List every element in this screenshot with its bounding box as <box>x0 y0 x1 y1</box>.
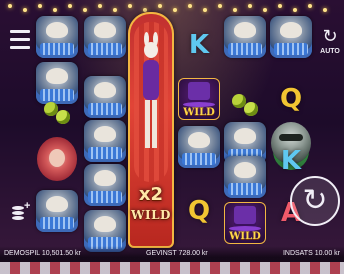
wild-reel-label: WILD <box>131 208 171 222</box>
symbol-lion <box>34 136 80 182</box>
reel-4: K WILD Q <box>176 12 222 248</box>
marquee-bulb <box>323 8 327 12</box>
bet-text: INDSATS 10.00 kr <box>282 250 340 257</box>
reel-grid: x2 WILD K WILD Q WILD Q K A <box>34 12 316 252</box>
expanded-wild-reel: x2 WILD <box>128 12 174 248</box>
bet-coins-icon[interactable]: + <box>10 200 32 222</box>
marquee-bulb <box>98 4 102 8</box>
symbol-monkey <box>82 74 128 120</box>
marquee-bulb <box>158 4 162 8</box>
spin-button[interactable]: ↻ <box>290 176 340 226</box>
marquee-bulb <box>308 4 312 8</box>
balance-text: DEMOSPIL 10,501.50 kr <box>4 250 81 257</box>
spin-icon: ↻ <box>302 183 328 218</box>
marquee-bulb <box>68 4 72 8</box>
symbol-monkey <box>268 14 314 60</box>
symbol-hat-wild: WILD <box>222 200 268 246</box>
reel-2 <box>82 12 128 252</box>
symbol-monkey <box>82 14 128 60</box>
symbol-monkey <box>82 118 128 164</box>
wild-label: WILD <box>229 231 261 242</box>
menu-icon[interactable] <box>10 30 30 52</box>
marquee-bulb <box>23 8 27 12</box>
symbol-k: K <box>188 30 210 60</box>
marquee-bulb <box>128 4 132 8</box>
reel-1 <box>34 12 80 248</box>
autoplay-button[interactable]: ↻ AUTO <box>318 28 342 64</box>
marquee-bulb <box>278 4 282 8</box>
marquee-bulb <box>188 4 192 8</box>
marquee-bulb <box>38 4 42 8</box>
symbol-monkey <box>222 154 268 200</box>
reel-5: WILD <box>222 12 268 248</box>
symbol-monkey <box>82 162 128 208</box>
symbol-monkey <box>176 124 222 170</box>
wild-multiplier: x2 <box>138 184 164 205</box>
symbol-monkey <box>34 188 80 234</box>
symbol-monkey <box>34 14 80 60</box>
rabbit-ringmaster-icon <box>136 32 166 172</box>
marquee-bulb <box>218 4 222 8</box>
marquee-bulb <box>8 4 12 8</box>
autoplay-icon: ↻ <box>322 26 338 47</box>
symbol-q: Q <box>279 84 303 114</box>
symbol-hat-wild: WILD <box>176 76 222 122</box>
wild-label: WILD <box>183 107 215 118</box>
symbol-maraca <box>34 90 80 136</box>
game-stage: x2 WILD K WILD Q WILD Q K A ↻ AUTO + ↻ D… <box>0 0 344 274</box>
symbol-monkey <box>222 14 268 60</box>
win-text: GEVINST 728.00 kr <box>146 250 208 257</box>
autoplay-label: AUTO <box>320 48 340 55</box>
symbol-q: Q <box>187 196 211 226</box>
marquee-bulb <box>248 4 252 8</box>
stage-trim <box>0 262 344 274</box>
